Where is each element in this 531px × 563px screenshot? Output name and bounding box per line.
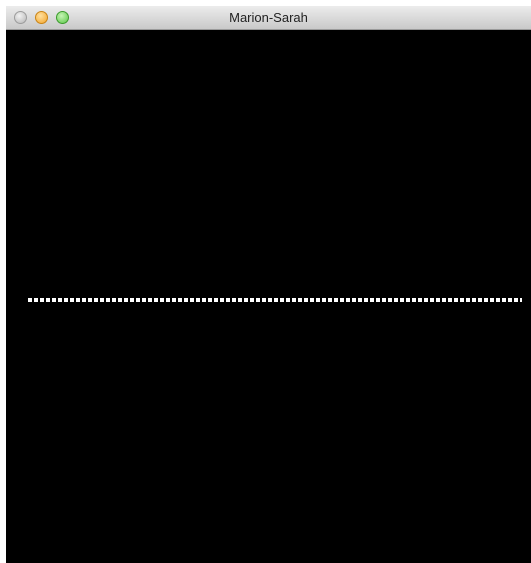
window-title: Marion-Sarah [229, 10, 308, 25]
canvas[interactable] [6, 30, 531, 563]
dotted-line [28, 298, 522, 302]
app-window: Marion-Sarah [6, 6, 531, 563]
title-bar[interactable]: Marion-Sarah [6, 6, 531, 30]
